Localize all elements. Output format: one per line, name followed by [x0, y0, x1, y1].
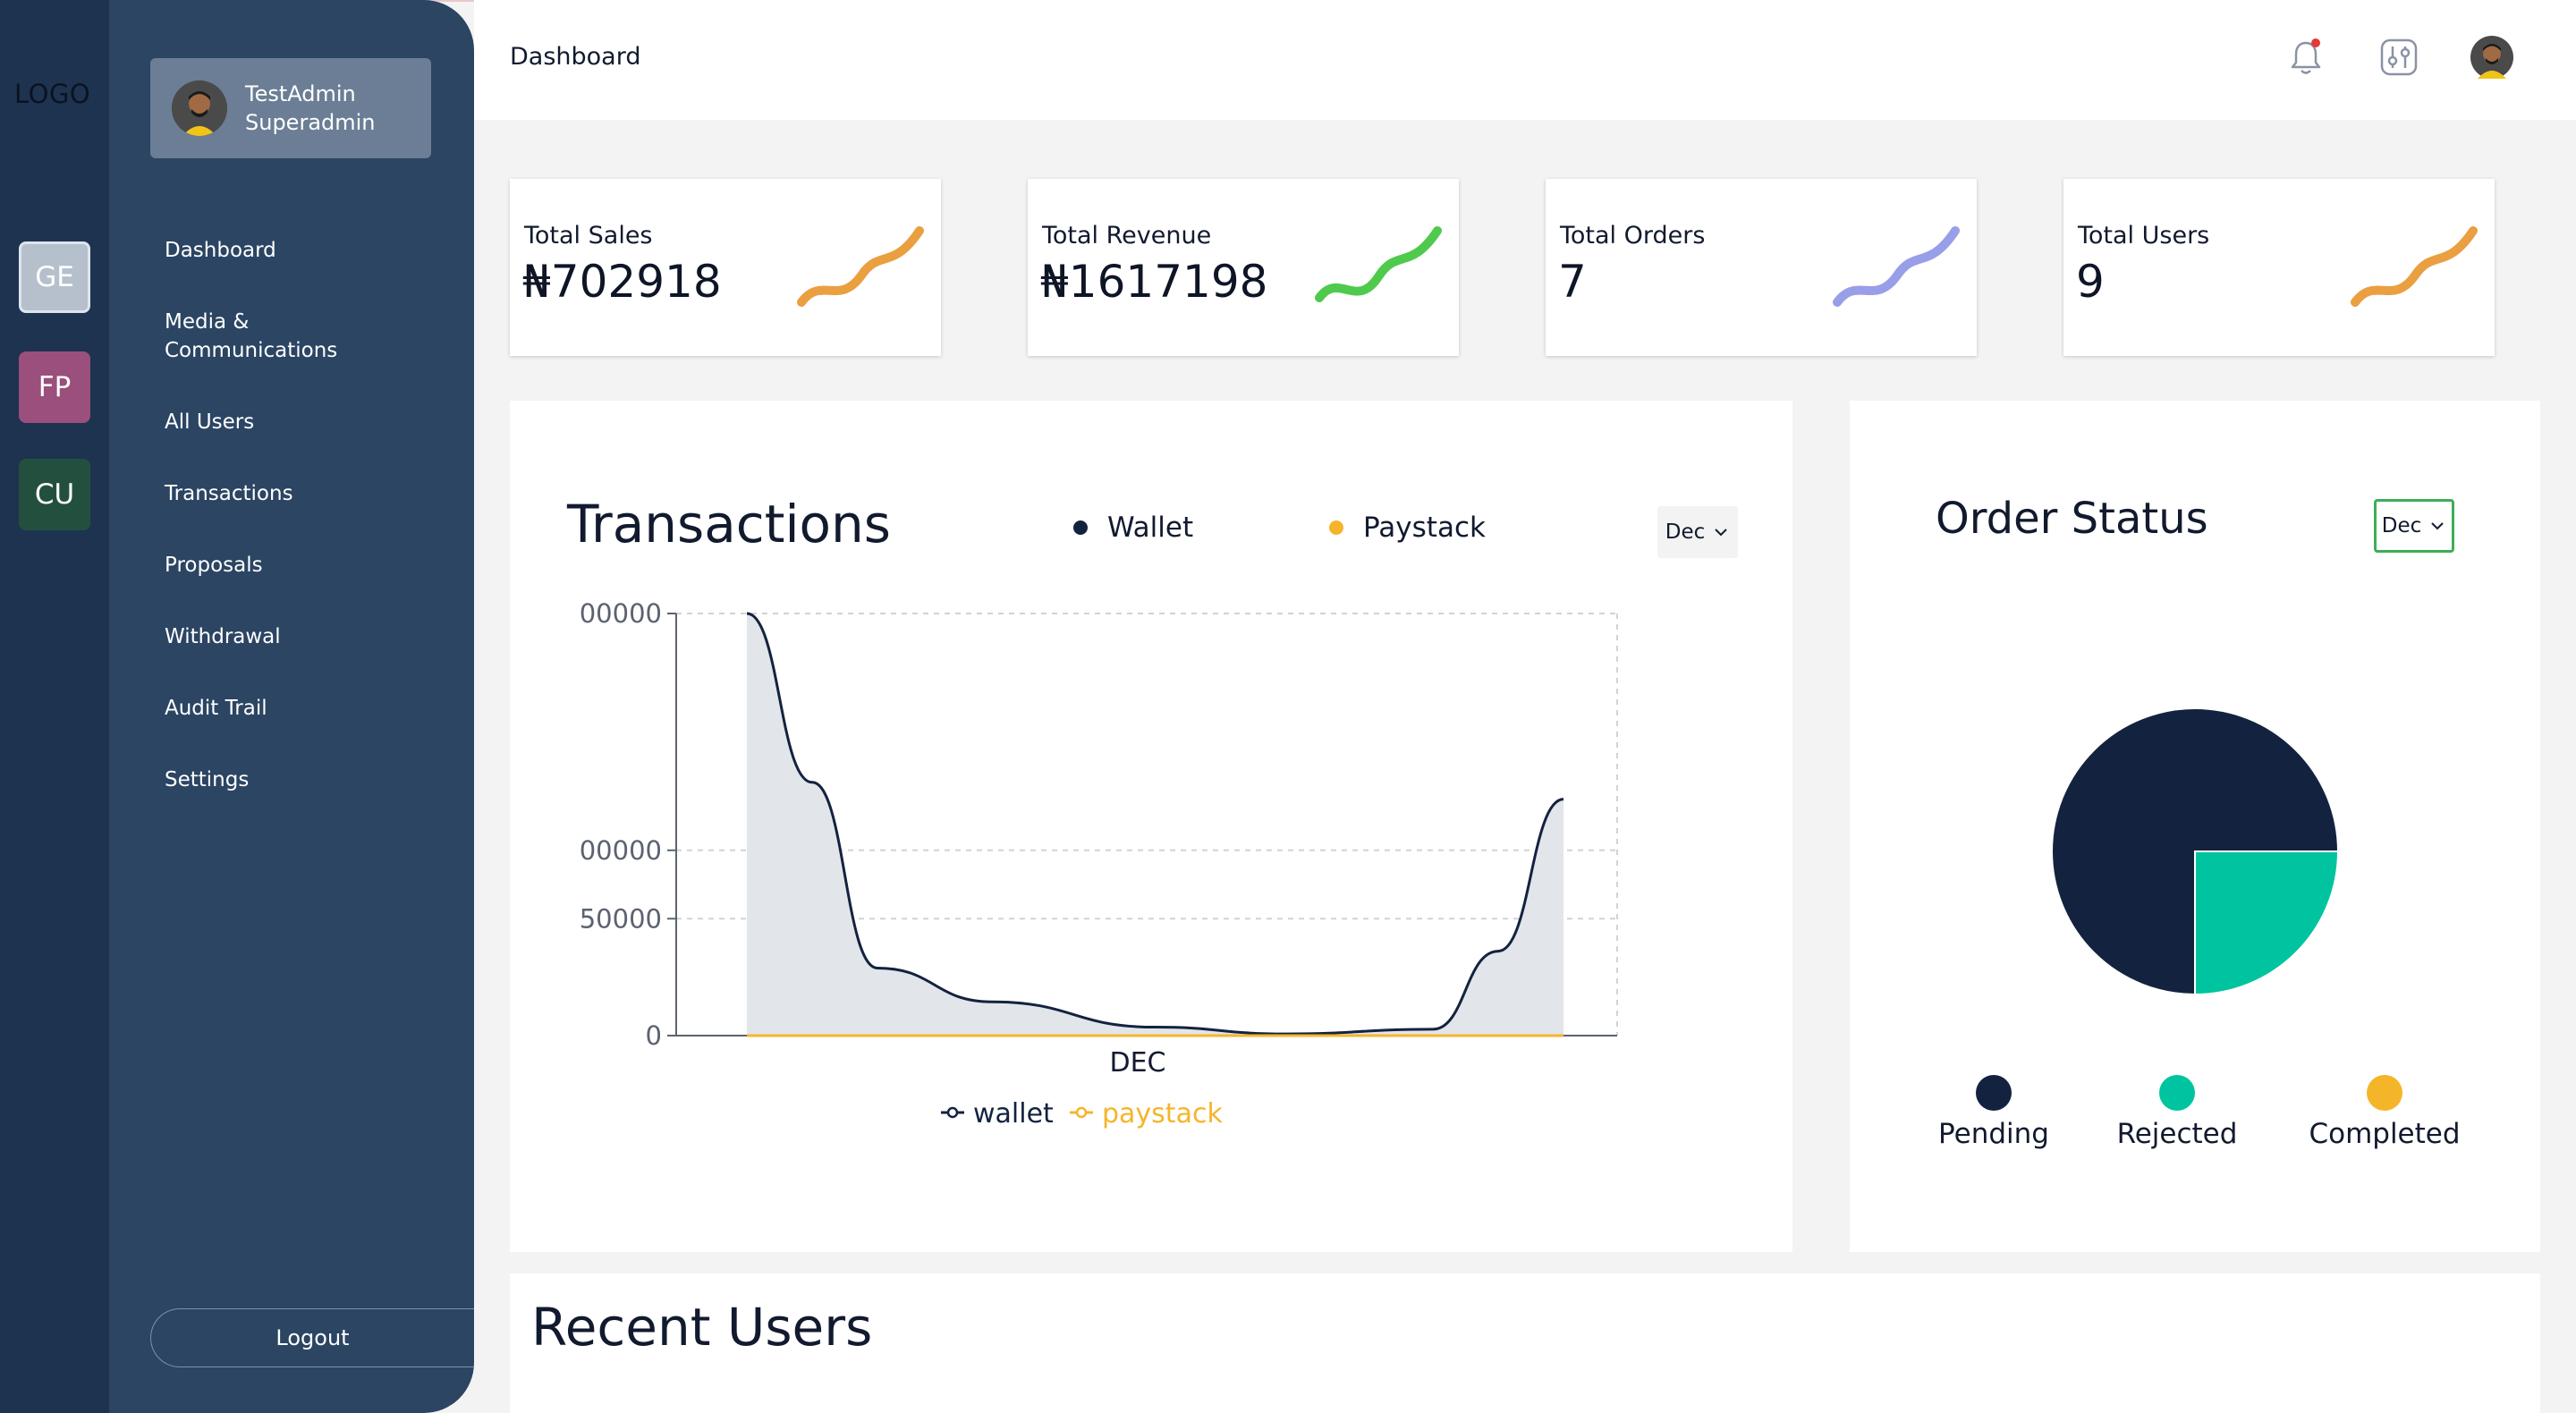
- sidebar-item-media[interactable]: Media &: [165, 309, 249, 336]
- stat-label: Total Users: [2078, 222, 2210, 250]
- stat-card-total-revenue: Total Revenue ₦1617198: [1028, 179, 1459, 356]
- sparkline-icon: [2351, 226, 2478, 307]
- legend-label-pending: Pending: [1938, 1118, 2049, 1150]
- sidebar-item-audit-trail[interactable]: Audit Trail: [165, 695, 267, 723]
- legend-paystack-label: paystack: [1102, 1098, 1223, 1130]
- y-tick-label: 0: [646, 1020, 662, 1051]
- sidebar-item-transactions[interactable]: Transactions: [165, 480, 293, 508]
- profile-name: TestAdmin: [245, 81, 356, 106]
- workspace-rail: LOGO GE FP CU: [0, 0, 109, 1413]
- legend-pending: Pending: [1936, 1075, 2052, 1150]
- legend-completed: Completed: [2306, 1075, 2463, 1150]
- sidebar-item-dashboard[interactable]: Dashboard: [165, 237, 276, 265]
- stat-label: Total Sales: [524, 222, 653, 250]
- legend-dot-completed: [2367, 1075, 2402, 1111]
- x-tick-label: DEC: [1109, 1047, 1165, 1079]
- y-tick-label: 00000: [580, 835, 662, 866]
- stat-value: ₦1617198: [1040, 256, 1268, 308]
- sidebar-item-settings[interactable]: Settings: [165, 766, 249, 794]
- sidebar-item-all-users[interactable]: All Users: [165, 409, 254, 436]
- chart-left-mask: [510, 587, 567, 1062]
- legend-dot-rejected: [2159, 1075, 2195, 1111]
- logo: LOGO: [14, 79, 91, 109]
- sidebar-item-proposals[interactable]: Proposals: [165, 552, 263, 580]
- top-header: Dashboard: [474, 0, 2576, 120]
- stat-label: Total Orders: [1560, 222, 1706, 250]
- workspace-ge[interactable]: GE: [19, 241, 90, 313]
- profile-card[interactable]: TestAdmin Superadmin: [150, 58, 431, 158]
- stat-card-total-users: Total Users 9: [2063, 179, 2495, 356]
- stat-value: ₦702918: [522, 256, 722, 308]
- order-status-panel: Order Status Dec Pending Rejected Comple…: [1850, 401, 2540, 1252]
- sparkline-icon: [1833, 226, 1960, 307]
- stat-value: 7: [1558, 256, 1587, 308]
- stat-card-total-orders: Total Orders 7: [1546, 179, 1977, 356]
- recent-users-panel: Recent Users: [510, 1273, 2540, 1413]
- recent-users-title: Recent Users: [531, 1297, 873, 1358]
- stat-card-total-sales: Total Sales ₦702918: [510, 179, 941, 356]
- avatar: [172, 80, 227, 136]
- stat-value: 9: [2076, 256, 2105, 308]
- legend-paystack-marker-icon: [1075, 1106, 1088, 1119]
- page-title: Dashboard: [510, 43, 641, 71]
- logout-button[interactable]: Logout: [150, 1308, 474, 1367]
- sidebar-item-withdrawal[interactable]: Withdrawal: [165, 623, 281, 651]
- pie-slice-rejected: [2194, 850, 2340, 996]
- y-tick-label: 50000: [580, 903, 662, 934]
- workspace-cu[interactable]: CU: [19, 459, 90, 530]
- legend-wallet-marker-icon: [946, 1106, 959, 1119]
- legend-wallet-label: wallet: [973, 1098, 1054, 1130]
- sidebar-item-communications[interactable]: Communications: [165, 337, 337, 365]
- y-tick-label: 00000: [580, 598, 662, 629]
- profile-role: Superadmin: [245, 110, 376, 135]
- legend-rejected: Rejected: [2116, 1075, 2238, 1150]
- wallet-area: [747, 613, 1563, 1036]
- legend-label-completed: Completed: [2309, 1118, 2461, 1150]
- sparkline-icon: [1315, 226, 1442, 302]
- user-avatar-icon[interactable]: [2469, 34, 2515, 80]
- sparkline-icon: [797, 226, 924, 307]
- workspace-fp[interactable]: FP: [19, 351, 90, 423]
- legend-dot-pending: [1976, 1075, 2012, 1111]
- bell-icon[interactable]: [2283, 34, 2329, 80]
- transactions-chart: 0 50000 00000 00000 DEC wallet paystack: [510, 587, 1618, 1130]
- transactions-panel: Transactions Wallet Paystack Dec 0 50000 0…: [510, 401, 1792, 1252]
- legend-label-rejected: Rejected: [2116, 1118, 2238, 1150]
- stat-label: Total Revenue: [1042, 222, 1212, 250]
- settings-sliders-icon[interactable]: [2376, 34, 2422, 80]
